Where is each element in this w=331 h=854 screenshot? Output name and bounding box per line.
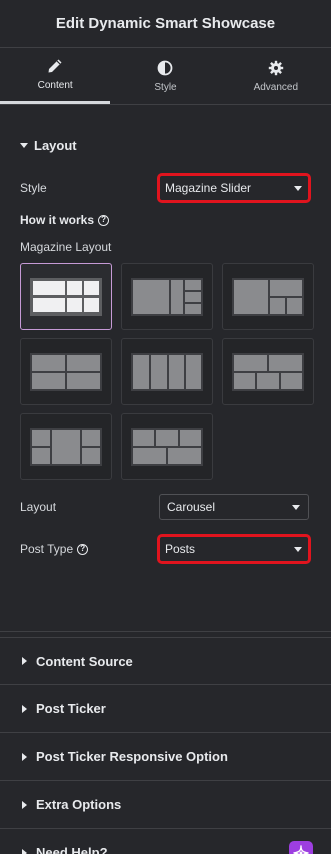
help-icon: ? xyxy=(98,214,110,226)
how-it-works-label: How it works xyxy=(20,213,95,227)
post-type-control: Post Type ? Posts xyxy=(20,534,311,564)
style-select[interactable]: Magazine Slider xyxy=(157,173,311,203)
tab-advanced-label: Advanced xyxy=(253,81,299,93)
post-type-label-wrap: Post Type ? xyxy=(20,542,89,556)
section-title: Post Ticker xyxy=(36,701,106,716)
layout-label: Layout xyxy=(20,500,57,514)
layout-thumbnail xyxy=(232,352,304,391)
section-extra-options[interactable]: Extra Options xyxy=(0,781,331,829)
layout-thumbnail xyxy=(232,277,304,316)
sparkle-icon xyxy=(293,845,309,854)
chevron-down-icon xyxy=(292,504,300,510)
layout-option-3[interactable] xyxy=(222,263,314,330)
section-post-ticker-responsive[interactable]: Post Ticker Responsive Option xyxy=(0,733,331,781)
layout-section-toggle[interactable]: Layout xyxy=(20,125,311,165)
section-post-ticker[interactable]: Post Ticker xyxy=(0,685,331,733)
style-select-value: Magazine Slider xyxy=(165,181,252,195)
tab-content-label: Content xyxy=(37,80,73,91)
layout-section: Layout Style Magazine Slider How it work… xyxy=(0,125,331,632)
tab-advanced[interactable]: Advanced xyxy=(221,48,331,104)
section-content-source[interactable]: Content Source xyxy=(0,637,331,685)
layout-select[interactable]: Carousel xyxy=(159,494,309,520)
chevron-down-icon xyxy=(294,546,302,552)
section-need-help[interactable]: Need Help? xyxy=(0,829,331,854)
layout-option-6[interactable] xyxy=(222,338,314,405)
panel-title: Edit Dynamic Smart Showcase xyxy=(55,15,276,32)
tab-style-label: Style xyxy=(154,81,177,93)
caret-right-icon xyxy=(22,704,27,713)
tab-content[interactable]: Content xyxy=(0,48,111,104)
gear-icon xyxy=(268,60,284,75)
post-type-select-value: Posts xyxy=(165,542,196,556)
contrast-icon xyxy=(158,60,173,75)
section-title: Post Ticker Responsive Option xyxy=(36,749,228,764)
magazine-layout-label: Magazine Layout xyxy=(20,240,112,254)
layout-thumbnail xyxy=(30,277,102,316)
chevron-down-icon xyxy=(294,185,302,191)
layout-option-7[interactable] xyxy=(20,413,112,480)
layout-section-title: Layout xyxy=(34,137,77,153)
layout-select-value: Carousel xyxy=(167,500,216,514)
section-title: Content Source xyxy=(36,653,133,669)
ai-assistant-button[interactable] xyxy=(289,841,313,854)
layout-control: Layout Carousel xyxy=(20,494,311,520)
how-it-works-link[interactable]: How it works ? xyxy=(20,213,311,227)
layout-option-5[interactable] xyxy=(121,338,213,405)
layout-thumbnail xyxy=(131,352,203,391)
layout-option-1[interactable] xyxy=(20,263,112,330)
tab-style[interactable]: Style xyxy=(110,48,220,104)
tab-bar: Content Style Advanced xyxy=(0,48,331,105)
layout-thumbnail xyxy=(131,427,203,466)
magazine-layout-grid xyxy=(20,263,314,480)
style-control: Style Magazine Slider xyxy=(20,173,311,203)
panel-header: Edit Dynamic Smart Showcase xyxy=(0,0,331,48)
caret-down-icon xyxy=(20,142,28,148)
layout-thumbnail xyxy=(30,427,102,466)
layout-thumbnail xyxy=(131,277,203,316)
caret-right-icon xyxy=(22,752,27,761)
layout-option-8[interactable] xyxy=(121,413,213,480)
pencil-icon xyxy=(48,59,62,73)
caret-right-icon xyxy=(22,800,27,809)
layout-option-2[interactable] xyxy=(121,263,213,330)
post-type-select[interactable]: Posts xyxy=(157,534,311,564)
caret-right-icon xyxy=(22,848,27,854)
help-icon[interactable]: ? xyxy=(77,543,89,555)
style-label: Style xyxy=(20,181,47,195)
post-type-label: Post Type xyxy=(20,542,74,556)
section-title: Extra Options xyxy=(36,797,122,812)
layout-option-4[interactable] xyxy=(20,338,112,405)
layout-thumbnail xyxy=(30,352,102,391)
caret-right-icon xyxy=(22,657,27,665)
section-title: Need Help? xyxy=(36,845,108,854)
